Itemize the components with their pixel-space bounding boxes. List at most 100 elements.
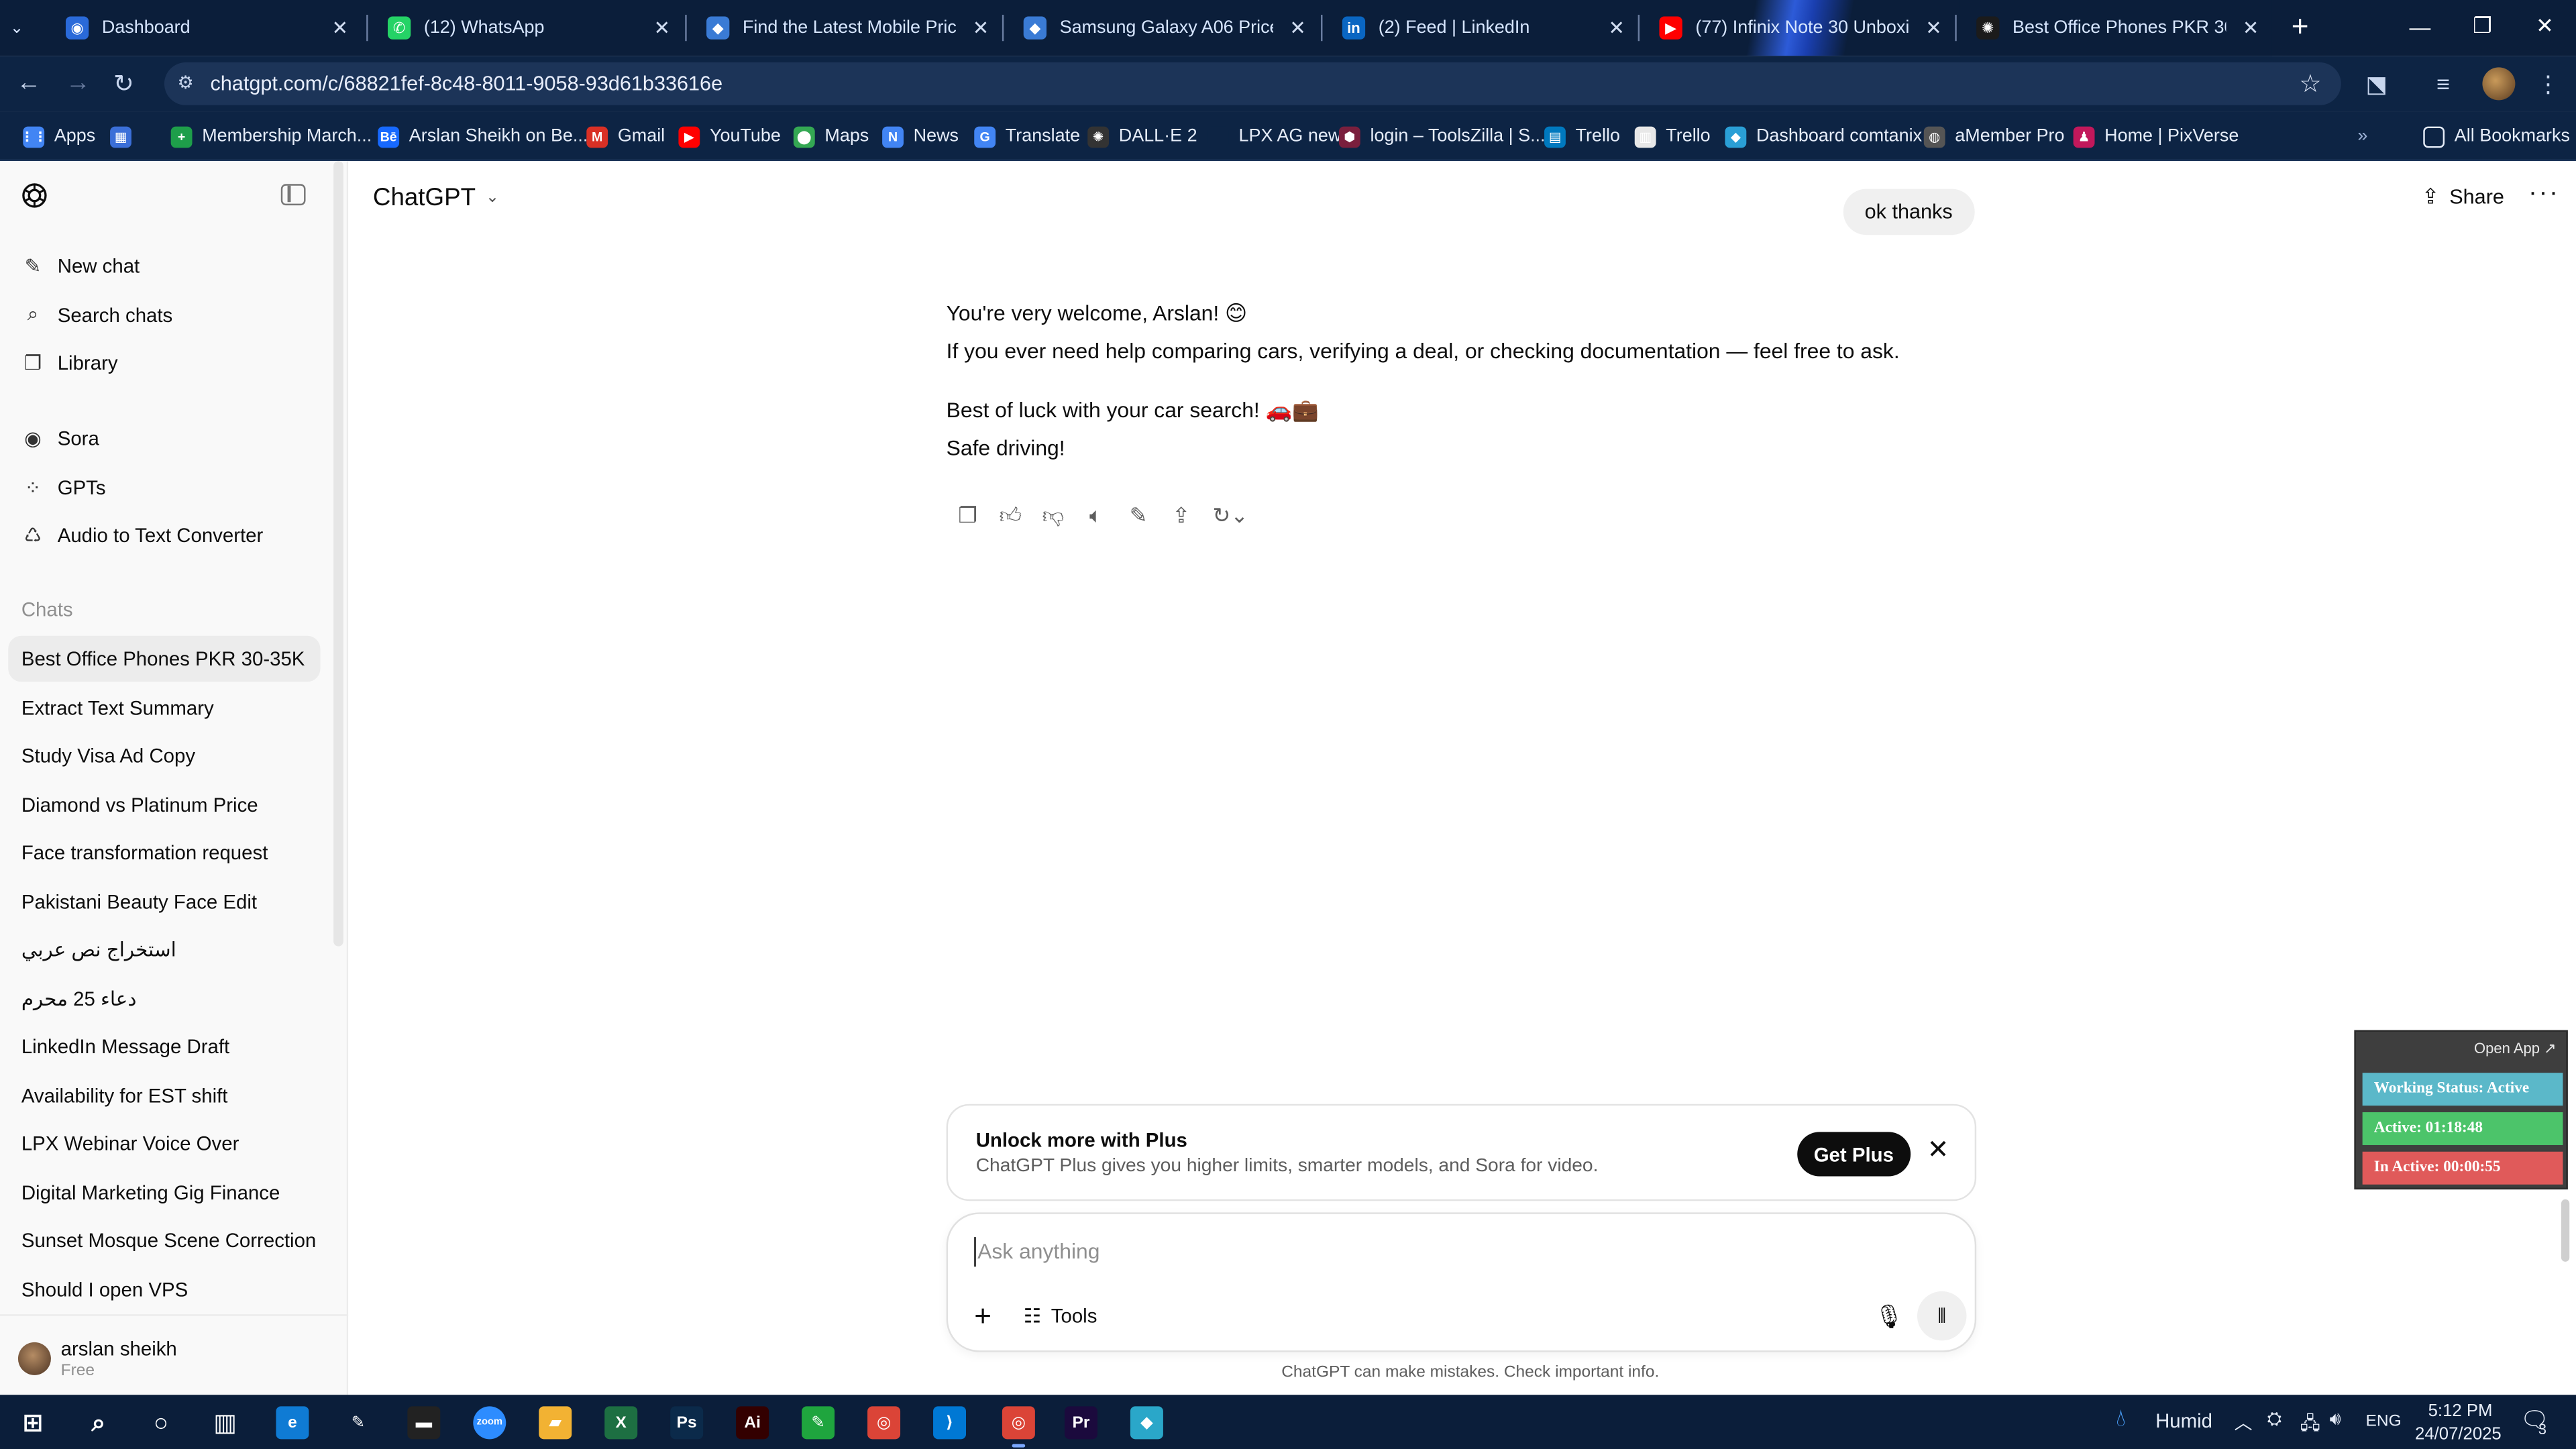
browser-tab[interactable]: ◉ Dashboard ✕ — [49, 0, 361, 56]
terminal-icon[interactable]: ▬ — [407, 1406, 441, 1440]
search-icon[interactable]: ⌕ — [82, 1406, 115, 1439]
regenerate-icon[interactable]: ↻⌄ — [1203, 502, 1258, 529]
thumbs-up-icon[interactable]: 👍︎ — [989, 502, 1032, 529]
restore-button[interactable]: ❐ — [2451, 0, 2514, 52]
sidebar-item[interactable]: Study Visa Ad Copy — [8, 733, 320, 779]
close-tab-icon[interactable]: ✕ — [1289, 16, 1306, 39]
start-icon[interactable]: ⊞ — [16, 1406, 49, 1439]
bookmark-item[interactable]: ⬢ login – ToolsZilla | S... — [1338, 123, 1546, 150]
sidebar-item[interactable]: استخراج نص عربي — [8, 926, 320, 973]
clock-time[interactable]: 5:12 PM — [2428, 1401, 2493, 1421]
browser-tab[interactable]: ✆ (12) WhatsApp ✕ — [371, 0, 683, 56]
main-scrollbar[interactable] — [2561, 1199, 2570, 1262]
chrome-active-icon[interactable]: ◎ — [1002, 1406, 1035, 1448]
close-tab-icon[interactable]: ✕ — [973, 16, 989, 39]
edit-canvas-icon[interactable]: ✎ — [1117, 502, 1160, 529]
read-aloud-icon[interactable]: 🔈︎ — [1075, 502, 1118, 529]
task-view-icon[interactable]: ▥ — [209, 1406, 241, 1439]
sidebar-item[interactable]: LinkedIn Message Draft — [8, 1024, 320, 1070]
tray-device-icon[interactable]: ⛭ — [2267, 1409, 2282, 1431]
bookmark-item[interactable]: + Membership March... — [170, 123, 372, 150]
forward-icon[interactable]: → — [66, 69, 91, 97]
url-omnibox[interactable]: ⚙ chatgpt.com/c/68821fef-8c48-8011-9058-… — [164, 62, 2341, 105]
back-icon[interactable]: ← — [16, 69, 41, 97]
browser-tab[interactable]: in (2) Feed | LinkedIn ✕ — [1326, 0, 1638, 56]
weather-label[interactable]: Humid — [2155, 1409, 2212, 1432]
close-tab-icon[interactable]: ✕ — [2243, 16, 2259, 39]
bookmark-item[interactable]: ◍ aMember Pro — [1923, 123, 2065, 150]
open-app-link[interactable]: Open App ↗ — [2474, 1040, 2557, 1058]
close-tab-icon[interactable]: ✕ — [1925, 16, 1942, 39]
reload-icon[interactable]: ↻ — [113, 69, 134, 99]
media-control-icon[interactable]: ≡ — [2436, 70, 2450, 97]
browser-menu-icon[interactable]: ⋮ — [2536, 70, 2559, 99]
sidebar-item[interactable]: ⌕ Search chats — [8, 292, 320, 338]
sidebar-item[interactable]: ♺ Audio to Text Converter — [8, 513, 320, 559]
share-button[interactable]: ⇪ Share — [2422, 184, 2504, 210]
bookmark-item[interactable]: ♟ Home | PixVerse — [2073, 123, 2239, 150]
more-options-icon[interactable]: ··· — [2528, 179, 2559, 209]
cortana-icon[interactable]: ○ — [145, 1406, 178, 1439]
bookmark-item[interactable]: Bē Arslan Sheikh on Be... — [378, 123, 588, 150]
sidebar-item[interactable]: Best Office Phones PKR 30-35K — [8, 635, 321, 682]
new-tab-button[interactable]: + — [2272, 0, 2328, 52]
sidebar-item[interactable]: Sunset Mosque Scene Correction — [8, 1218, 320, 1264]
sidebar-item[interactable]: ⁘ GPTs — [8, 464, 320, 511]
sidebar-item[interactable]: دعاء 25 محرم — [8, 975, 320, 1021]
sidebar-item[interactable]: ✎ New chat — [8, 243, 320, 289]
model-selector[interactable]: ChatGPT ⌄ — [373, 184, 499, 212]
copy-icon[interactable]: ❐ — [947, 502, 989, 529]
bookmark-star-icon[interactable]: ☆ — [2299, 69, 2321, 99]
close-tab-icon[interactable]: ✕ — [654, 16, 671, 39]
extensions-icon[interactable]: ⬔ — [2366, 70, 2387, 99]
excel-icon[interactable]: X — [604, 1406, 638, 1440]
bookmark-item[interactable]: ⬤ Maps — [793, 123, 869, 150]
close-tab-icon[interactable]: ✕ — [332, 16, 349, 39]
sidebar-item[interactable]: LPX Webinar Voice Over — [8, 1120, 320, 1167]
illustrator-icon[interactable]: Ai — [736, 1406, 769, 1440]
close-window-button[interactable]: ✕ — [2514, 0, 2576, 52]
clock-date[interactable]: 24/07/2025 — [2415, 1424, 2502, 1444]
bookmark-item[interactable]: ⋮⋮ Apps — [21, 123, 95, 150]
bookmark-item[interactable]: ▦ — [110, 123, 142, 150]
bookmark-item[interactable]: M Gmail — [586, 123, 665, 150]
sidebar-scrollbar[interactable] — [333, 161, 343, 947]
tray-chevron-icon[interactable]: ︿ — [2235, 1409, 2253, 1436]
network-icon[interactable]: 🖧︎ — [2300, 1409, 2320, 1441]
volume-icon[interactable]: 🔊︎ — [2330, 1409, 2341, 1431]
thumbs-down-icon[interactable]: 👎︎ — [1032, 502, 1075, 529]
sidebar-item[interactable]: Face transformation request — [8, 830, 320, 876]
prompt-input[interactable]: Ask anything — [974, 1237, 1099, 1267]
notes-icon[interactable]: ✎ — [802, 1406, 835, 1440]
close-tab-icon[interactable]: ✕ — [1608, 16, 1625, 39]
bookmark-item[interactable]: LPX AG new — [1208, 123, 1341, 150]
bookmark-item[interactable]: ✺ DALL·E 2 — [1087, 123, 1197, 150]
bookmark-item[interactable]: N News — [882, 123, 959, 150]
all-bookmarks[interactable]: All Bookmarks — [2423, 123, 2570, 150]
tab-search-button[interactable]: ⌄ — [10, 0, 46, 56]
browser-tab[interactable]: ◆ Samsung Galaxy A06 Price in P ✕ — [1007, 0, 1319, 56]
zoom-icon[interactable]: zoom — [473, 1406, 506, 1440]
language-indicator[interactable]: ENG — [2366, 1413, 2402, 1431]
attach-plus-icon[interactable]: + — [974, 1299, 991, 1334]
tools-button[interactable]: ☷ Tools — [1024, 1305, 1097, 1328]
weather-icon[interactable]: 💧︎ — [2116, 1405, 2126, 1433]
bookmark-item[interactable]: ▶ YouTube — [678, 123, 781, 150]
bookmark-item[interactable]: G Translate — [974, 123, 1080, 150]
sidebar-item[interactable]: Diamond vs Platinum Price — [8, 781, 320, 827]
bookmark-item[interactable]: ▥ Trello — [1634, 123, 1711, 150]
sidebar-item[interactable]: Extract Text Summary — [8, 684, 320, 731]
sidebar-toggle-icon[interactable] — [280, 184, 306, 206]
chrome-icon[interactable]: ◎ — [867, 1406, 901, 1440]
share-icon[interactable]: ⇪ — [1160, 502, 1203, 529]
sidebar-item[interactable]: Digital Marketing Gig Finance — [8, 1169, 320, 1215]
browser-tab[interactable]: ✺ Best Office Phones PKR 30-35K ✕ — [1960, 0, 2272, 56]
sidebar-item[interactable]: Availability for EST shift — [8, 1072, 320, 1118]
browser-tab[interactable]: ◆ Find the Latest Mobile Prices in ✕ — [690, 0, 1002, 56]
pen-icon[interactable]: ✎ — [341, 1406, 374, 1439]
app-diamond-icon[interactable]: ◆ — [1130, 1406, 1163, 1440]
get-plus-button[interactable]: Get Plus — [1797, 1132, 1911, 1177]
more-bookmarks-icon[interactable]: » — [2357, 123, 2367, 150]
profile-avatar[interactable] — [2482, 67, 2516, 101]
voice-mode-button[interactable]: ⦀ — [1917, 1291, 1967, 1341]
